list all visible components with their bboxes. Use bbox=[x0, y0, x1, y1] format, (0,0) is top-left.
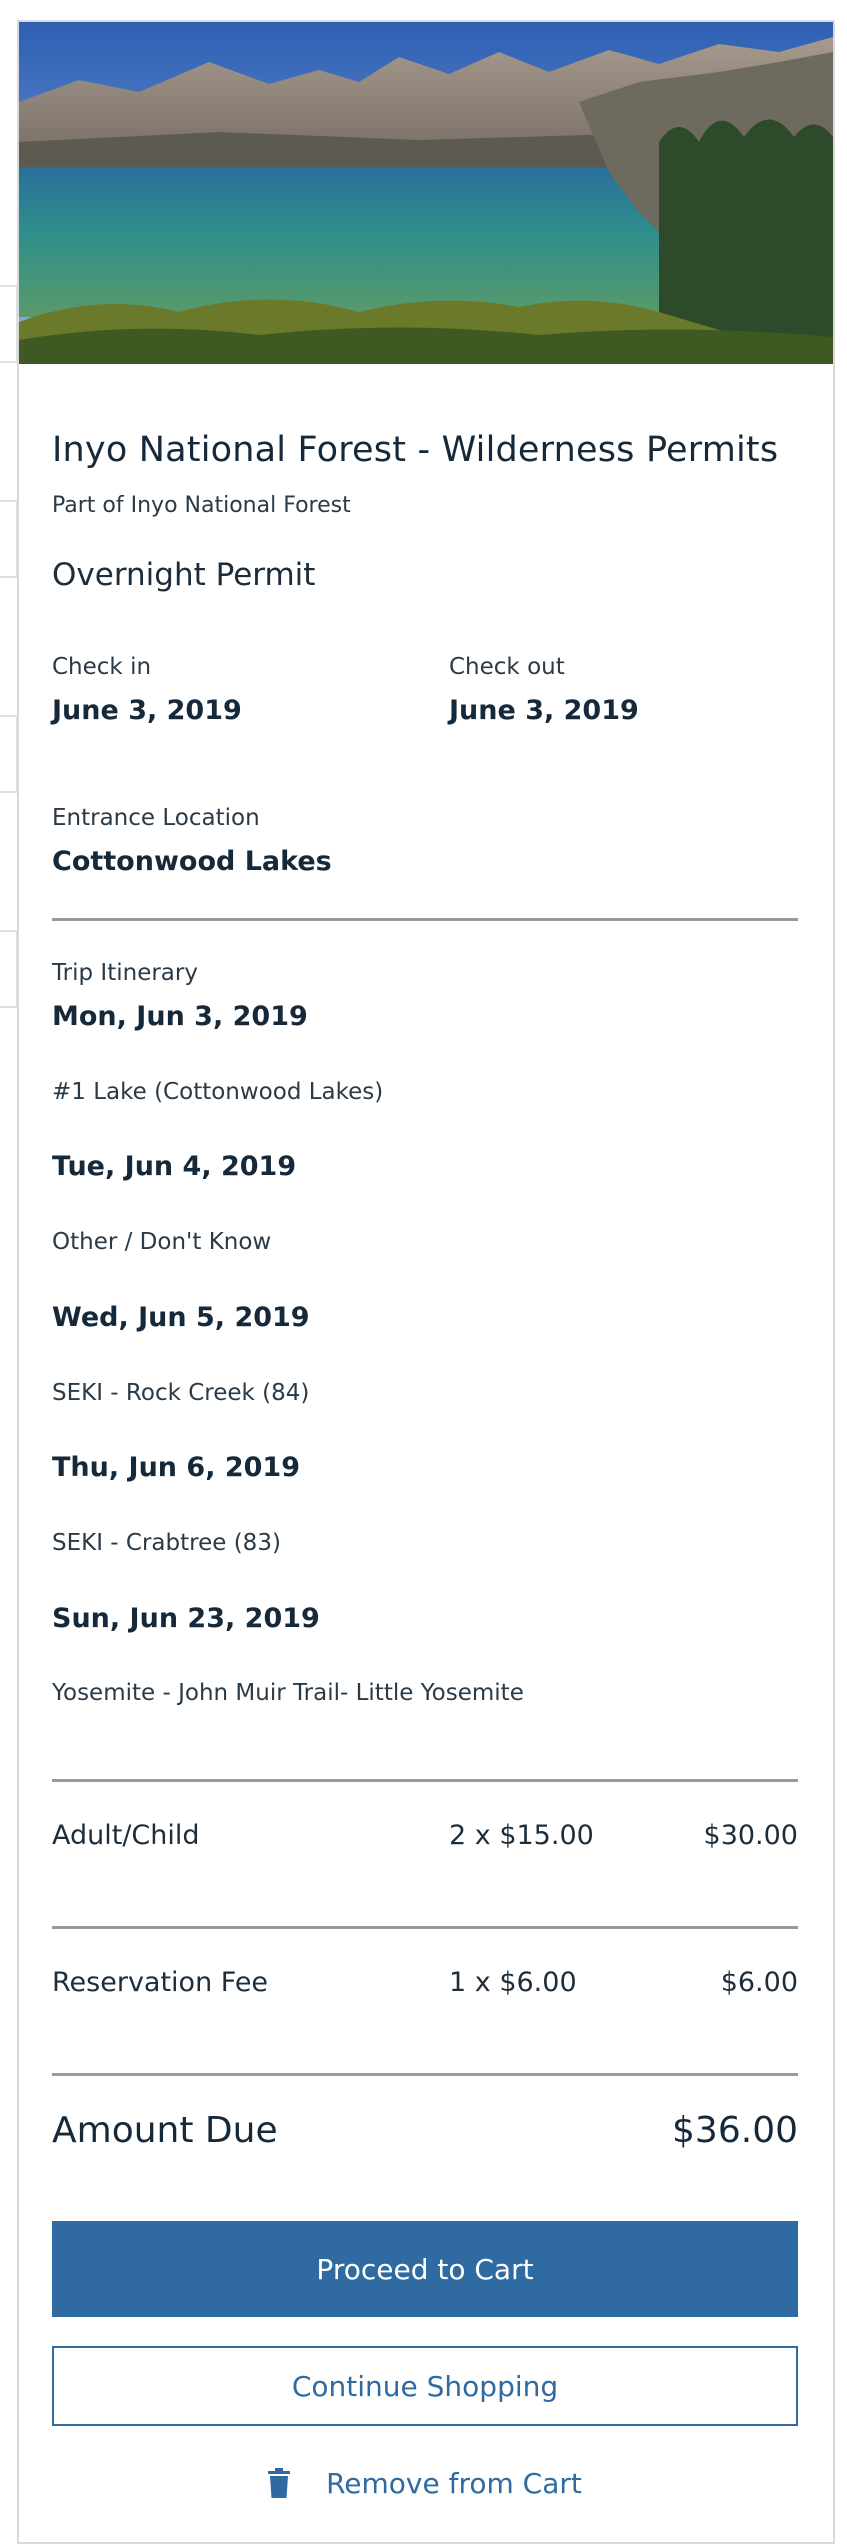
permit-type: Overnight Permit bbox=[52, 557, 316, 593]
remove-from-cart-button[interactable]: Remove from Cart bbox=[52, 2458, 798, 2508]
fee-name: Adult/Child bbox=[52, 1820, 200, 1851]
background-field-edge bbox=[0, 500, 18, 578]
itinerary-day-date: Mon, Jun 3, 2019 bbox=[52, 1001, 308, 1032]
itinerary-day-location: SEKI - Crabtree (83) bbox=[52, 1530, 281, 1556]
itinerary-day-location: Other / Don't Know bbox=[52, 1229, 272, 1255]
fee-total: $6.00 bbox=[720, 1967, 798, 1998]
background-field-edge bbox=[0, 285, 18, 363]
check-in-value: June 3, 2019 bbox=[52, 695, 242, 726]
itinerary-day-location: Yosemite - John Muir Trail- Little Yosem… bbox=[52, 1680, 524, 1706]
itinerary-day-location: SEKI - Rock Creek (84) bbox=[52, 1380, 310, 1406]
fee-quantity: 1 x $6.00 bbox=[449, 1967, 577, 1998]
background-field-edge bbox=[0, 930, 18, 1008]
permit-title: Inyo National Forest - Wilderness Permit… bbox=[52, 430, 779, 470]
fee-name: Reservation Fee bbox=[52, 1967, 269, 1998]
itinerary-day-location: #1 Lake (Cottonwood Lakes) bbox=[52, 1079, 384, 1105]
itinerary-day-date: Tue, Jun 4, 2019 bbox=[52, 1151, 297, 1182]
cart-item-card: Inyo National Forest - Wilderness Permit… bbox=[17, 20, 835, 2544]
trash-icon bbox=[268, 2468, 291, 2498]
entrance-location-label: Entrance Location bbox=[52, 805, 260, 831]
divider bbox=[52, 2073, 798, 2076]
check-out-value: June 3, 2019 bbox=[449, 695, 639, 726]
hero-image bbox=[19, 22, 833, 364]
permit-subtitle: Part of Inyo National Forest bbox=[52, 493, 351, 518]
fee-total: $30.00 bbox=[703, 1820, 798, 1851]
trip-itinerary-label: Trip Itinerary bbox=[52, 960, 198, 986]
fee-quantity: 2 x $15.00 bbox=[449, 1820, 594, 1851]
itinerary-day-date: Sun, Jun 23, 2019 bbox=[52, 1603, 320, 1634]
entrance-location-value: Cottonwood Lakes bbox=[52, 846, 332, 877]
remove-from-cart-label: Remove from Cart bbox=[326, 2466, 582, 2500]
continue-shopping-button[interactable]: Continue Shopping bbox=[52, 2346, 798, 2426]
itinerary-day-date: Wed, Jun 5, 2019 bbox=[52, 1302, 310, 1333]
proceed-to-cart-button[interactable]: Proceed to Cart bbox=[52, 2221, 798, 2317]
amount-due-label: Amount Due bbox=[52, 2110, 278, 2151]
divider bbox=[52, 1926, 798, 1929]
amount-due-value: $36.00 bbox=[672, 2110, 798, 2151]
divider bbox=[52, 1779, 798, 1782]
itinerary-day-date: Thu, Jun 6, 2019 bbox=[52, 1452, 300, 1483]
divider bbox=[52, 918, 798, 921]
check-in-label: Check in bbox=[52, 654, 152, 680]
lake-landscape-image bbox=[19, 22, 833, 364]
background-field-edge bbox=[0, 715, 18, 793]
check-out-label: Check out bbox=[449, 654, 565, 680]
